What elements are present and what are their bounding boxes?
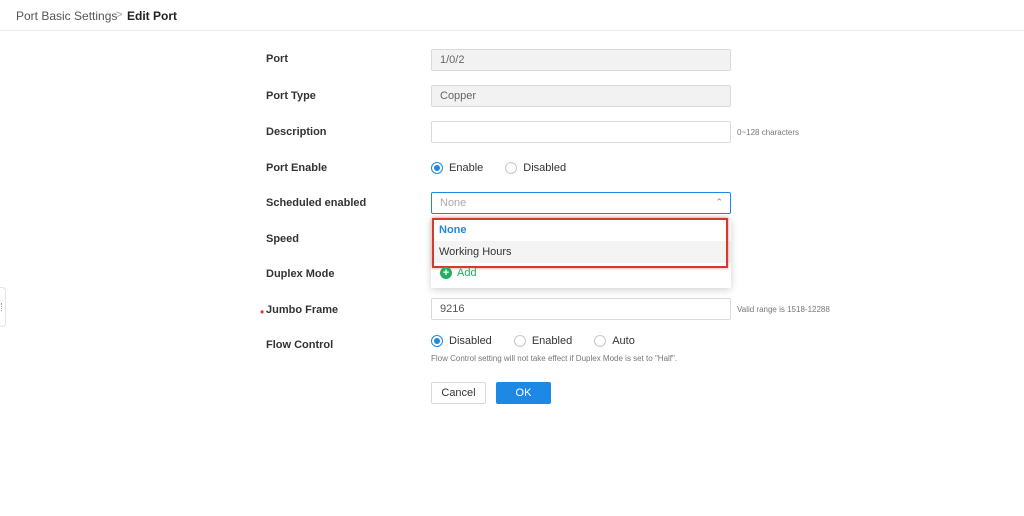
radio-checked-icon bbox=[431, 335, 443, 347]
speed-label: Speed bbox=[266, 233, 300, 245]
drag-handle-icon bbox=[1, 303, 3, 311]
radio-label: Auto bbox=[612, 335, 635, 347]
add-label: Add bbox=[457, 267, 477, 279]
dropdown-option-none[interactable]: None bbox=[431, 219, 731, 241]
scheduled-select-value: None bbox=[440, 197, 467, 209]
radio-label: Enabled bbox=[531, 335, 573, 347]
description-input[interactable] bbox=[431, 121, 731, 143]
breadcrumb-root-link[interactable]: Port Basic Settings bbox=[16, 9, 117, 23]
port-field: 1/0/2 bbox=[431, 49, 731, 71]
breadcrumb-separator: > bbox=[116, 9, 123, 21]
breadcrumb-current: Edit Port bbox=[127, 9, 177, 23]
radio-unchecked-icon bbox=[513, 335, 526, 347]
port-type-field: Copper bbox=[431, 85, 731, 107]
add-schedule-button[interactable]: + Add bbox=[440, 267, 477, 279]
radio-unchecked-icon bbox=[594, 335, 607, 347]
cancel-button[interactable]: Cancel bbox=[431, 382, 486, 404]
jumbo-frame-input[interactable]: 9216 bbox=[431, 298, 731, 320]
port-enable-radio-group: Enable Disabled bbox=[431, 160, 588, 176]
scheduled-label: Scheduled enabled bbox=[266, 197, 367, 209]
header-bar: Port Basic Settings > Edit Port bbox=[0, 0, 1024, 31]
radio-label: Enable bbox=[449, 162, 484, 174]
radio-label: Disabled bbox=[523, 162, 567, 174]
description-hint: 0~128 characters bbox=[737, 128, 800, 137]
flow-control-radio-disabled[interactable]: Disabled bbox=[431, 335, 492, 347]
radio-unchecked-icon bbox=[505, 162, 518, 174]
port-type-label: Port Type bbox=[266, 90, 316, 102]
flow-control-note: Flow Control setting will not take effec… bbox=[431, 354, 678, 363]
description-label: Description bbox=[266, 126, 327, 138]
port-enable-radio-enable[interactable]: Enable bbox=[431, 162, 483, 174]
side-panel-handle[interactable] bbox=[0, 287, 6, 327]
port-label: Port bbox=[266, 53, 288, 65]
port-enable-label: Port Enable bbox=[266, 162, 328, 174]
duplex-label: Duplex Mode bbox=[266, 268, 335, 280]
chevron-up-icon: ⌃ bbox=[715, 197, 723, 207]
flow-control-radio-group: Disabled Enabled Auto bbox=[431, 333, 657, 349]
flow-control-radio-enabled[interactable]: Enabled bbox=[513, 335, 573, 347]
required-marker: • bbox=[260, 305, 265, 319]
plus-circle-icon: + bbox=[440, 267, 452, 279]
radio-label: Disabled bbox=[449, 335, 492, 347]
scheduled-select[interactable]: None ⌃ bbox=[431, 192, 731, 214]
dropdown-option-working-hours[interactable]: Working Hours bbox=[431, 241, 731, 263]
flow-control-radio-auto[interactable]: Auto bbox=[594, 335, 635, 347]
jumbo-frame-label: Jumbo Frame bbox=[266, 304, 339, 316]
jumbo-frame-hint: Valid range is 1518-12288 bbox=[737, 305, 830, 314]
port-enable-radio-disabled[interactable]: Disabled bbox=[505, 162, 566, 174]
flow-control-label: Flow Control bbox=[266, 339, 334, 351]
radio-checked-icon bbox=[431, 162, 443, 174]
ok-button[interactable]: OK bbox=[496, 382, 551, 404]
